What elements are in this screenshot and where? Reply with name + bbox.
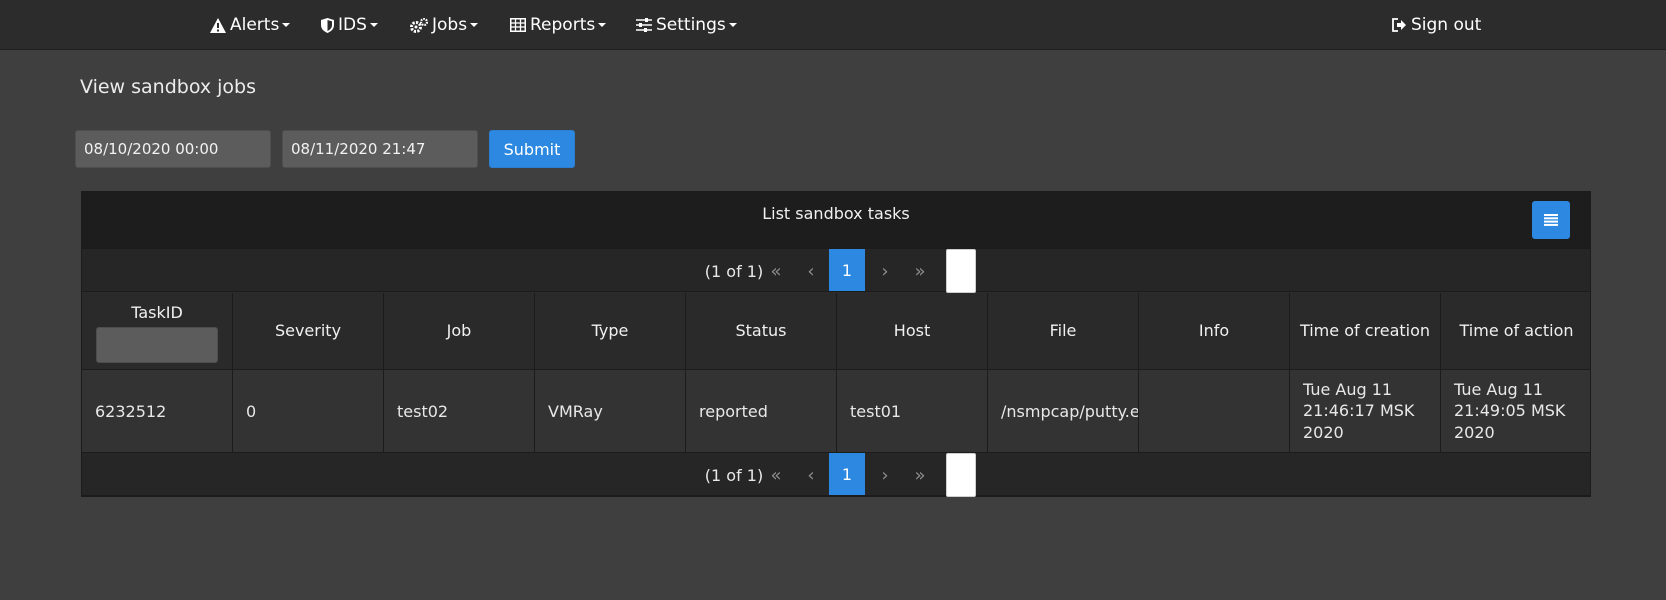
cell-time-of-creation: Tue Aug 11 21:46:17 MSK 2020 <box>1290 370 1441 452</box>
column-header-severity[interactable]: Severity <box>233 293 384 369</box>
paginator-top: (1 of 1) « ‹ 1 › » <box>82 248 1590 293</box>
column-header-taskid[interactable]: TaskID <box>82 293 233 369</box>
cell-severity: 0 <box>233 370 384 452</box>
cell-file: /nsmpcap/putty.exe <box>988 370 1139 452</box>
column-header-job[interactable]: Job <box>384 293 535 369</box>
last-page-button[interactable]: » <box>903 249 937 293</box>
nav-settings[interactable]: Settings <box>636 0 737 50</box>
cell-status: reported <box>686 370 837 452</box>
table-header-bar: List sandbox tasks <box>82 192 1590 248</box>
taskid-filter-input[interactable] <box>96 326 218 363</box>
caret-down-icon <box>598 23 607 27</box>
caret-down-icon <box>470 23 479 27</box>
last-page-button[interactable]: » <box>903 453 937 497</box>
list-icon <box>1544 214 1558 226</box>
column-header-status[interactable]: Status <box>686 293 837 369</box>
cell-time-of-action: Tue Aug 11 21:49:05 MSK 2020 <box>1454 379 1566 442</box>
nav-reports-label: Reports <box>530 15 596 35</box>
date-to-input[interactable] <box>282 130 478 168</box>
cell-taskid: 6232512 <box>82 370 233 452</box>
column-header-time-of-creation[interactable]: Time of creation <box>1290 293 1441 369</box>
nav-jobs[interactable]: Jobs <box>410 0 479 50</box>
warning-icon <box>210 17 226 33</box>
sign-out-label: Sign out <box>1411 15 1482 35</box>
sign-out-icon <box>1392 18 1406 32</box>
table-row[interactable]: 6232512 0 test02 VMRay reported test01 /… <box>82 370 1590 452</box>
first-page-button[interactable]: « <box>759 249 793 293</box>
next-page-button[interactable]: › <box>868 249 902 293</box>
column-header-file[interactable]: File <box>988 293 1139 369</box>
table-icon <box>510 18 526 32</box>
table-title: List sandbox tasks <box>762 204 910 223</box>
caret-down-icon <box>728 23 737 27</box>
next-page-button[interactable]: › <box>868 453 902 497</box>
caret-down-icon <box>369 23 378 27</box>
cell-job: test02 <box>384 370 535 452</box>
page-1-button[interactable]: 1 <box>829 453 865 495</box>
first-page-button[interactable]: « <box>759 453 793 497</box>
date-from-input[interactable] <box>75 130 271 168</box>
nav-alerts[interactable]: Alerts <box>210 0 291 50</box>
column-header-label: TaskID <box>131 303 183 322</box>
shield-icon <box>321 17 334 33</box>
top-navbar: Alerts IDS Jobs Reports Settings Sign ou… <box>0 0 1666 50</box>
caret-down-icon <box>282 23 291 27</box>
sandbox-tasks-table: List sandbox tasks (1 of 1) « ‹ 1 › » Ta… <box>81 191 1591 497</box>
page-1-button[interactable]: 1 <box>829 249 865 291</box>
table-column-headers: TaskID Severity Job Type Status Host Fil… <box>82 293 1590 370</box>
page-title: View sandbox jobs <box>80 76 257 98</box>
prev-page-button[interactable]: ‹ <box>794 249 828 293</box>
cell-info <box>1139 370 1290 452</box>
submit-button[interactable]: Submit <box>489 130 575 168</box>
rows-per-page-select[interactable] <box>946 249 976 293</box>
cell-host: test01 <box>837 370 988 452</box>
nav-alerts-label: Alerts <box>230 15 280 35</box>
cell-type: VMRay <box>535 370 686 452</box>
nav-reports[interactable]: Reports <box>510 0 607 50</box>
prev-page-button[interactable]: ‹ <box>794 453 828 497</box>
cogs-icon <box>410 17 428 33</box>
nav-ids-label: IDS <box>338 15 367 35</box>
column-header-host[interactable]: Host <box>837 293 988 369</box>
sign-out-link[interactable]: Sign out <box>1392 0 1481 50</box>
paginator-bottom: (1 of 1) « ‹ 1 › » <box>82 452 1590 497</box>
nav-ids[interactable]: IDS <box>321 0 378 50</box>
nav-jobs-label: Jobs <box>432 15 468 35</box>
rows-per-page-select[interactable] <box>946 453 976 497</box>
nav-settings-label: Settings <box>656 15 726 35</box>
column-header-info[interactable]: Info <box>1139 293 1290 369</box>
column-toggle-button[interactable] <box>1532 201 1570 239</box>
column-header-time-of-action[interactable]: Time of action <box>1441 293 1592 369</box>
sliders-icon <box>636 18 652 32</box>
column-header-type[interactable]: Type <box>535 293 686 369</box>
